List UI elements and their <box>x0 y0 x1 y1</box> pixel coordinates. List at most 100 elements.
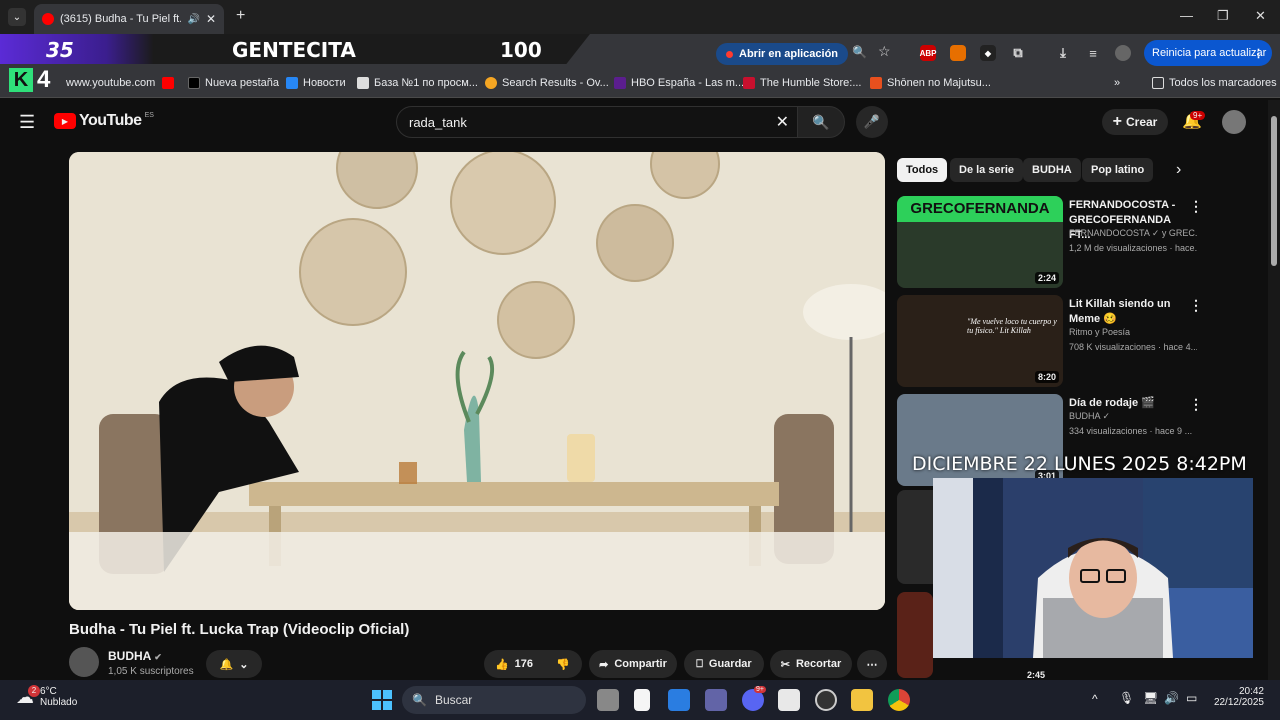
diamond-extension-icon[interactable]: ◆ <box>980 45 996 61</box>
search-input[interactable]: rada_tank ✕ <box>396 106 798 138</box>
bookmark-x[interactable]: Nueva pestaña <box>188 77 279 89</box>
extensions-puzzle-icon[interactable]: ⧉ <box>1010 45 1026 61</box>
video-thumbnail[interactable]: GRECOFERNANDA 2:24 <box>897 196 1063 288</box>
k4-number: 4 <box>37 66 51 93</box>
dislike-button[interactable]: 👎 <box>544 650 582 678</box>
save-button[interactable]: ⎕ Guardar <box>684 650 764 678</box>
bookmark-icon: ⎕ <box>696 657 703 670</box>
adblock-extension-icon[interactable]: ABP <box>920 45 936 61</box>
channel-name[interactable]: BUDHA ✔ <box>108 649 162 663</box>
minimize-button[interactable]: — <box>1180 8 1193 23</box>
bell-icon: 🔔 <box>219 658 234 671</box>
clock-date: 22/12/2025 <box>1213 697 1264 708</box>
chips-next-icon[interactable]: › <box>1176 161 1181 179</box>
close-tab-icon[interactable]: ✕ <box>206 12 216 26</box>
recommendation-channel: FERNANDOCOSTA ✓ y GREC... <box>1069 228 1197 238</box>
notepad-icon[interactable] <box>634 689 650 711</box>
browser-tab[interactable]: (3615) Budha - Tu Piel ft. Luc 🔊 ✕ <box>34 4 224 34</box>
youtube-logo[interactable]: ▶ YouTube ES <box>54 112 154 130</box>
start-button[interactable] <box>372 690 392 710</box>
zoom-search-icon[interactable]: 🔍 <box>852 45 867 59</box>
hamburger-menu-icon[interactable]: ☰ <box>19 112 35 133</box>
obs-icon[interactable] <box>815 689 837 711</box>
chip-all[interactable]: Todos <box>897 158 948 182</box>
tray-network-icon[interactable]: 🖥 <box>1143 691 1158 705</box>
bookmark-youtube-icon-only[interactable] <box>162 77 174 89</box>
recommendation-meta: 708 K visualizaciones · hace 4... <box>1069 342 1197 352</box>
region-code: ES <box>144 112 154 119</box>
verified-icon: ✔ <box>154 652 162 662</box>
recommendation-meta: 1,2 M de visualizaciones · hace... <box>1069 243 1197 253</box>
save-label: Guardar <box>708 658 752 670</box>
video-thumbnail[interactable] <box>897 592 933 678</box>
tray-battery-icon[interactable]: ▭ <box>1186 691 1197 705</box>
update-browser-button[interactable]: Reinicia para actualizar ⋮ <box>1144 40 1272 66</box>
youtube-favicon-icon <box>42 13 54 25</box>
media-queue-icon[interactable]: ≡ <box>1085 45 1101 61</box>
maximize-button[interactable]: ❐ <box>1217 8 1229 24</box>
share-button[interactable]: ➦ Compartir <box>589 650 677 678</box>
search-button[interactable]: 🔍 <box>797 106 845 138</box>
chip-budha[interactable]: BUDHA <box>1023 158 1081 182</box>
clip-button[interactable]: ✂ Recortar <box>770 650 852 678</box>
bookmark-humble[interactable]: The Humble Store:... <box>743 77 862 89</box>
weather-badge: 2 <box>28 685 40 697</box>
close-window-button[interactable]: ✕ <box>1255 8 1266 24</box>
video-player[interactable] <box>69 152 885 610</box>
bookmark-hbo[interactable]: HBO España - Las m... <box>614 77 744 89</box>
video-thumbnail[interactable]: "Me vuelve loco tu cuerpo y tu físico." … <box>897 295 1063 387</box>
item-menu-icon[interactable]: ⋮ <box>1189 297 1203 314</box>
recommendation-channel: Ritmo y Poesía <box>1069 327 1131 337</box>
clear-search-icon[interactable]: ✕ <box>776 112 789 132</box>
tray-volume-icon[interactable]: 🔊 <box>1164 691 1179 705</box>
search-icon: 🔍 <box>812 113 830 130</box>
voice-search-button[interactable]: 🎤 <box>856 106 888 138</box>
download-icon[interactable]: ⤓ <box>1055 45 1071 61</box>
like-button[interactable]: 👍 176 <box>484 650 544 678</box>
profile-avatar[interactable] <box>1115 45 1131 61</box>
bookmark-star-icon[interactable]: ☆ <box>878 43 891 60</box>
speaker-icon[interactable]: 🔊 <box>187 14 199 25</box>
item-menu-icon[interactable]: ⋮ <box>1189 198 1203 215</box>
chip-pop-latino[interactable]: Pop latino <box>1082 158 1154 182</box>
taskbar-search-label: Buscar <box>434 693 473 707</box>
x-logo-icon <box>188 77 200 89</box>
clock[interactable]: 20:42 22/12/2025 <box>1208 686 1264 708</box>
item-menu-icon[interactable]: ⋮ <box>1189 396 1203 413</box>
bookmark-youtube[interactable]: www.youtube.com <box>66 77 155 89</box>
file-explorer-icon[interactable] <box>851 689 873 711</box>
taskbar-search[interactable]: 🔍 Buscar <box>402 686 586 714</box>
mail-icon[interactable] <box>668 689 690 711</box>
tab-search-button[interactable]: ⌄ <box>8 8 26 26</box>
tray-mic-icon[interactable]: 🎙 <box>1119 691 1134 705</box>
bookmark-baza[interactable]: База №1 по просм... <box>357 77 478 89</box>
hbo-icon <box>614 77 626 89</box>
store-icon[interactable] <box>778 689 800 711</box>
bookmark-label: Shōnen no Majutsu... <box>887 77 991 89</box>
all-bookmarks[interactable]: Todos los marcadores <box>1152 77 1277 89</box>
page-scrollbar[interactable] <box>1268 100 1280 680</box>
chip-from-series[interactable]: De la serie <box>950 158 1024 182</box>
scrollbar-thumb[interactable] <box>1271 116 1277 266</box>
user-avatar[interactable] <box>1222 110 1246 134</box>
bookmark-search-results[interactable]: Search Results - Ov... <box>485 77 609 89</box>
teams-icon[interactable] <box>705 689 727 711</box>
weather-widget[interactable]: ☁ 6°C Nublado <box>16 686 77 708</box>
new-tab-button[interactable]: + <box>236 7 245 25</box>
tray-overflow-icon[interactable]: ^ <box>1092 692 1098 706</box>
fox-extension-icon[interactable] <box>950 45 966 61</box>
chrome-icon[interactable] <box>888 689 910 711</box>
open-in-app-button[interactable]: Abrir en aplicación <box>716 43 849 65</box>
task-view-icon[interactable] <box>597 689 619 711</box>
bookmark-shonen[interactable]: Shōnen no Majutsu... <box>870 77 991 89</box>
k4-overlay-logo: K4 <box>9 66 61 94</box>
more-bookmarks-icon[interactable]: » <box>1114 77 1120 89</box>
create-button[interactable]: + Crear <box>1102 109 1168 135</box>
bookmark-label: The Humble Store:... <box>760 77 862 89</box>
channel-avatar[interactable] <box>69 647 99 677</box>
menu-dots-icon[interactable]: ⋮ <box>1253 47 1264 60</box>
subscribe-notify-button[interactable]: 🔔 ⌄ <box>206 650 262 678</box>
more-actions-button[interactable]: ⋯ <box>857 650 887 678</box>
bookmark-label: Todos los marcadores <box>1169 77 1277 89</box>
bookmark-vk[interactable]: Новости <box>286 77 346 89</box>
